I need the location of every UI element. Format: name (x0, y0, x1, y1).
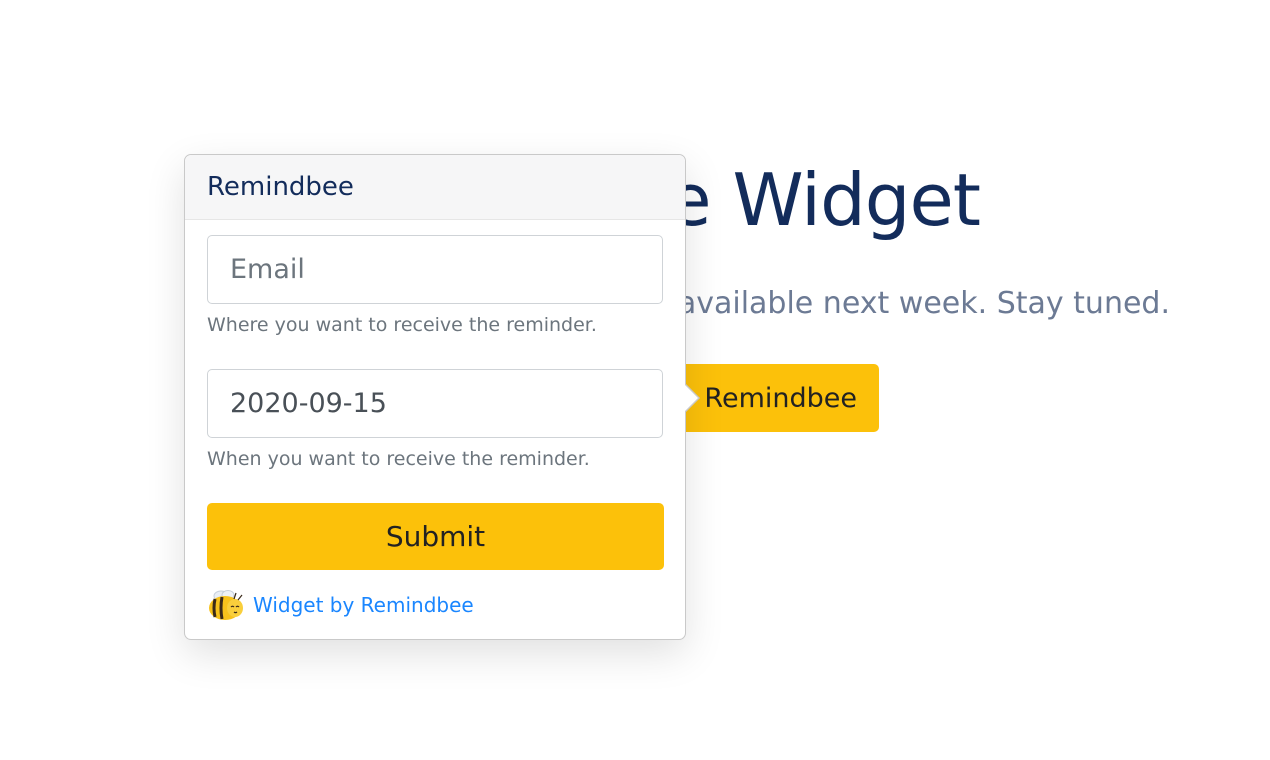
submit-button[interactable]: Submit (207, 503, 664, 570)
email-group: Where you want to receive the reminder. (207, 235, 663, 336)
popover-title: Remindbee (185, 155, 685, 220)
bee-icon (209, 590, 243, 620)
popover-body: Where you want to receive the reminder. … (185, 220, 685, 622)
widget-by-remindbee-link[interactable]: Widget by Remindbee (253, 593, 474, 617)
popover-arrow (684, 383, 700, 413)
reminder-popover: Remindbee Where you want to receive the … (184, 154, 686, 640)
date-input[interactable] (207, 369, 663, 438)
email-input[interactable] (207, 235, 663, 304)
widget-footer: Widget by Remindbee (207, 588, 663, 622)
page: e Widget e available next week. Stay tun… (0, 0, 1270, 760)
email-help-text: Where you want to receive the reminder. (207, 314, 597, 336)
date-help-text: When you want to receive the reminder. (207, 448, 590, 470)
date-group: When you want to receive the reminder. (207, 369, 663, 470)
